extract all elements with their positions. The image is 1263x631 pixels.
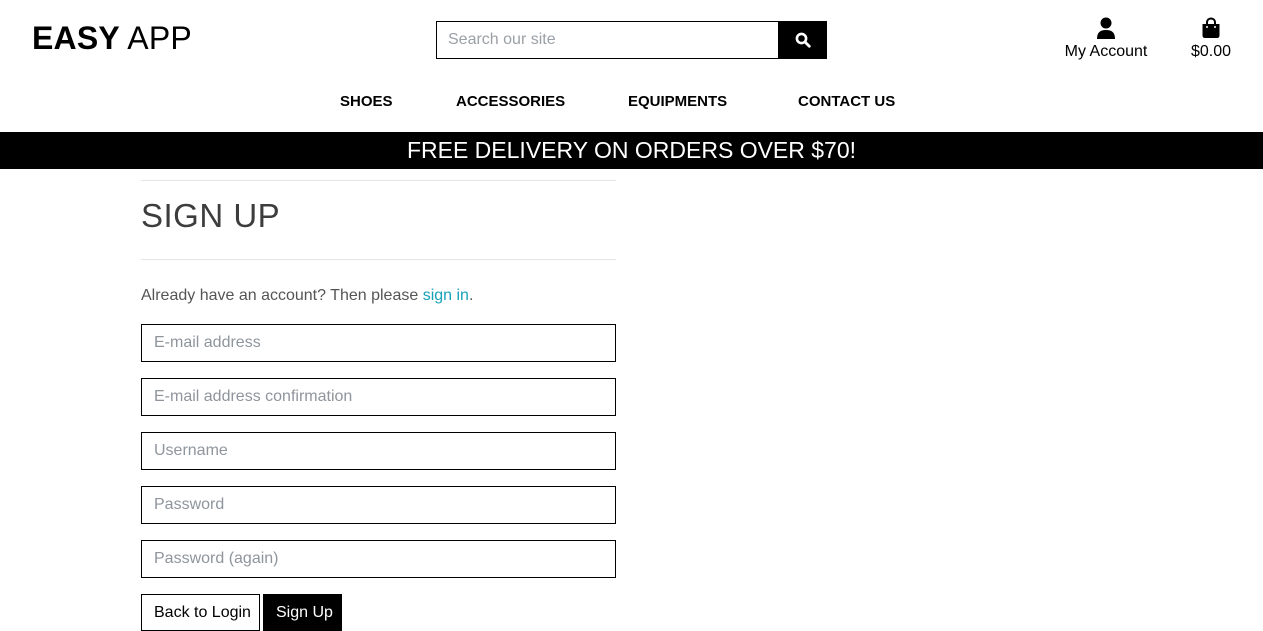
- nav-item-accessories[interactable]: ACCESSORIES: [456, 93, 565, 110]
- my-account-label: My Account: [1064, 43, 1148, 60]
- signin-prompt-text: Already have an account? Then please: [141, 287, 423, 304]
- cart-link[interactable]: $0.00: [1186, 16, 1236, 61]
- search-form: [436, 21, 827, 59]
- page-title: SIGN UP: [141, 197, 281, 234]
- signin-prompt-period: .: [468, 287, 474, 304]
- delivery-banner: FREE DELIVERY ON ORDERS OVER $70!: [0, 132, 1263, 169]
- cart-total: $0.00: [1190, 43, 1232, 60]
- main-nav: SHOES ACCESSORIES EQUIPMENTS CONTACT US: [0, 93, 1263, 113]
- user-icon: [1097, 17, 1115, 39]
- top-divider: [141, 180, 616, 181]
- password-field[interactable]: [141, 486, 616, 524]
- email-confirm-field[interactable]: [141, 378, 616, 416]
- sign-up-button[interactable]: Sign Up: [263, 594, 342, 631]
- search-icon: [795, 32, 811, 48]
- my-account-link[interactable]: My Account: [1062, 16, 1150, 61]
- logo-bold-text: EASY: [32, 20, 120, 56]
- nav-item-contact-us[interactable]: CONTACT US: [798, 93, 895, 110]
- signin-prompt: Already have an account? Then please sig…: [141, 287, 473, 305]
- nav-item-equipments[interactable]: EQUIPMENTS: [628, 93, 727, 110]
- logo-text: APP: [119, 20, 192, 56]
- search-input[interactable]: [436, 21, 778, 59]
- sign-in-link[interactable]: sign in: [423, 287, 469, 304]
- title-divider: [141, 259, 616, 260]
- username-field[interactable]: [141, 432, 616, 470]
- back-to-login-button[interactable]: Back to Login: [141, 594, 260, 631]
- password-again-field[interactable]: [141, 540, 616, 578]
- shopping-bag-icon: [1202, 17, 1220, 38]
- email-field[interactable]: [141, 324, 616, 362]
- site-logo[interactable]: EASY APP: [32, 20, 192, 57]
- search-button[interactable]: [778, 21, 827, 59]
- nav-item-shoes[interactable]: SHOES: [340, 93, 393, 110]
- delivery-banner-text: FREE DELIVERY ON ORDERS OVER $70!: [406, 137, 857, 163]
